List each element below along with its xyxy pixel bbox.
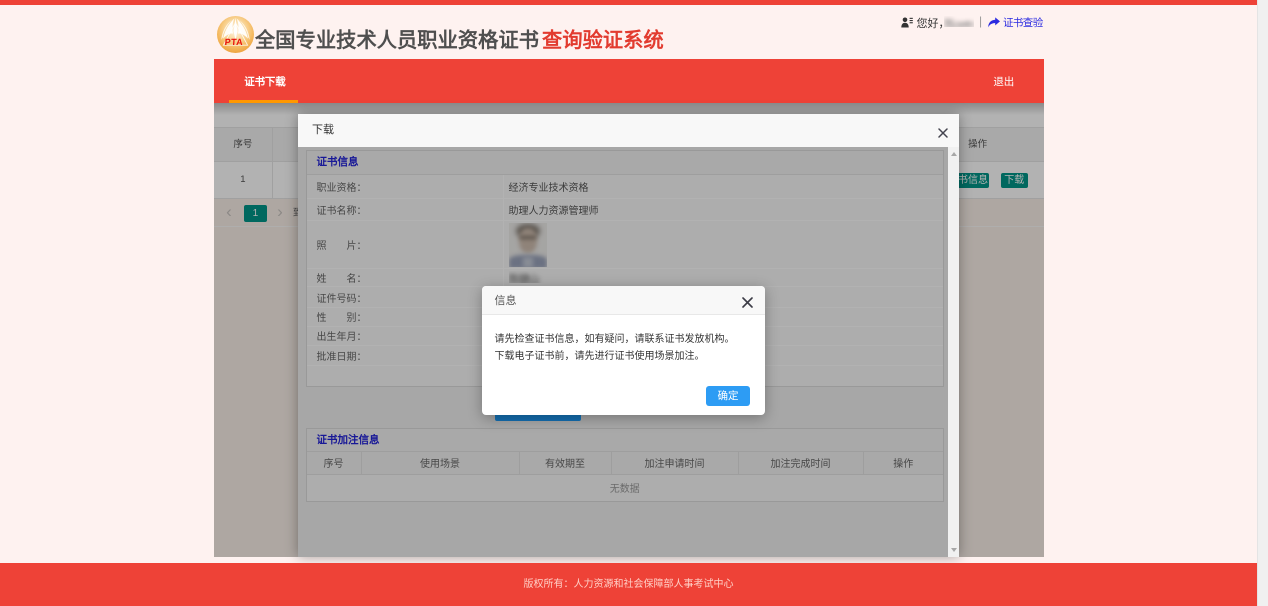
- svg-text:PTA: PTA: [224, 37, 243, 47]
